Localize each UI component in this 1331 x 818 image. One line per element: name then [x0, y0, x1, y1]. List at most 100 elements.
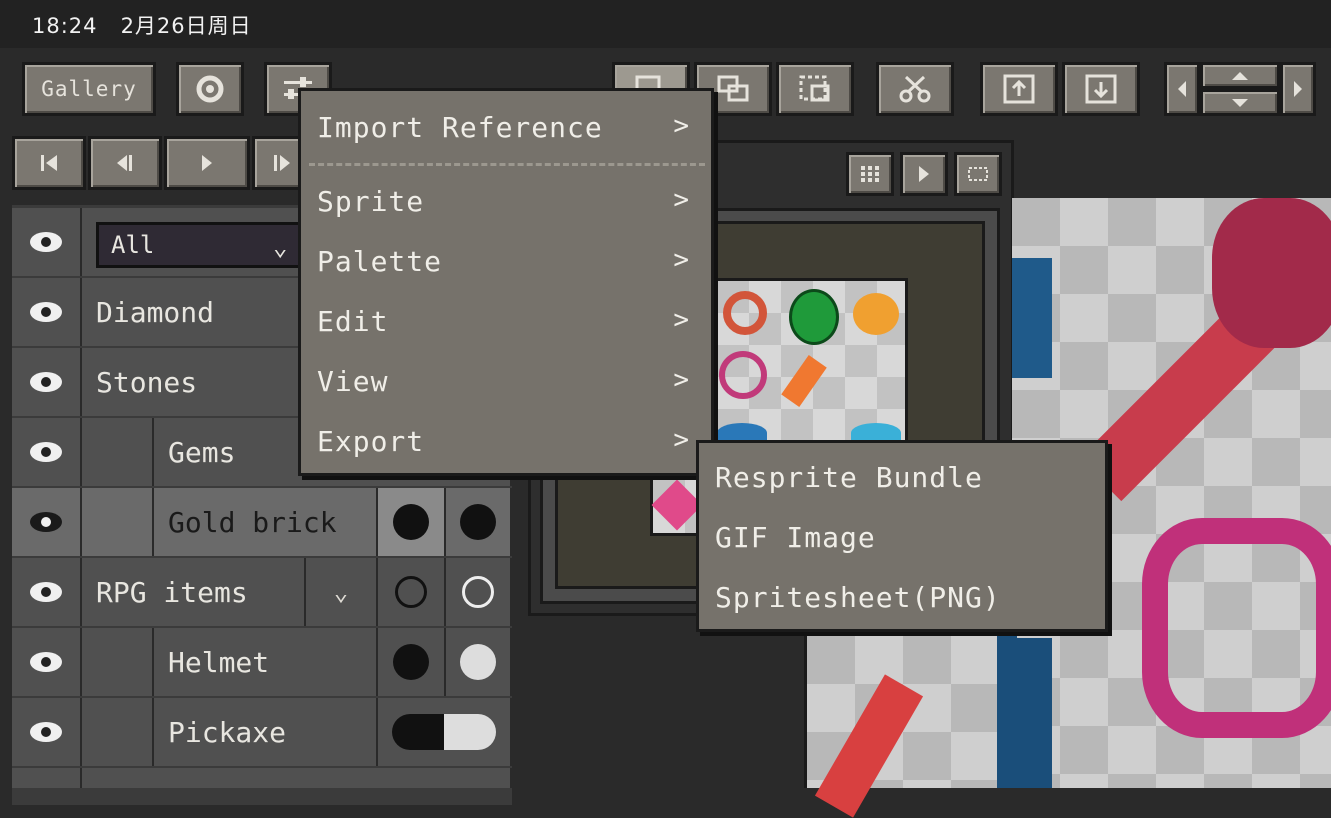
eye-icon — [30, 372, 62, 392]
menu-item-view[interactable]: View > — [301, 353, 711, 413]
submenu-item-resprite-bundle[interactable]: Resprite Bundle — [699, 449, 1105, 509]
alpha-toggle[interactable] — [446, 488, 512, 556]
eye-icon — [30, 582, 62, 602]
visibility-toggle[interactable] — [12, 628, 82, 696]
gear-icon — [196, 75, 224, 103]
submenu-item-spritesheet-png[interactable]: Spritesheet(PNG) — [699, 569, 1105, 629]
alpha-toggle[interactable] — [446, 628, 512, 696]
layer-name: Pickaxe — [154, 698, 378, 766]
layer-row[interactable]: RPG items ⌄ — [12, 558, 512, 626]
eye-icon — [30, 232, 62, 252]
indent-cell — [82, 628, 154, 696]
menu-item-label: Export — [317, 425, 425, 458]
visibility-toggle[interactable] — [12, 278, 82, 346]
menu-item-export[interactable]: Export > — [301, 413, 711, 473]
scissors-icon — [899, 75, 931, 103]
visibility-toggle[interactable] — [12, 768, 82, 788]
lock-toggle[interactable] — [378, 628, 446, 696]
grid-toggle-button[interactable] — [846, 152, 894, 196]
menu-item-palette[interactable]: Palette > — [301, 233, 711, 293]
copy-icon — [717, 75, 749, 102]
prev-frame-button[interactable] — [88, 136, 162, 190]
group-expand-toggle[interactable]: ⌄ — [306, 558, 378, 626]
lock-toggle[interactable] — [378, 488, 446, 556]
nav-down-button[interactable] — [1200, 89, 1280, 116]
main-menu: Import Reference > Sprite > Palette > Ed… — [298, 88, 714, 476]
chevron-right-icon: > — [673, 425, 689, 455]
chevron-down-icon: ⌄ — [333, 578, 349, 606]
export-submenu: Resprite Bundle GIF Image Spritesheet(PN… — [696, 440, 1108, 632]
bow-sprite — [719, 351, 767, 399]
layer-row[interactable]: Helmet — [12, 628, 512, 696]
visibility-toggle[interactable] — [12, 488, 82, 556]
lock-toggle[interactable] — [378, 558, 446, 626]
indent-cell — [82, 488, 154, 556]
upload-icon — [1003, 74, 1035, 104]
submenu-item-gif-image[interactable]: GIF Image — [699, 509, 1105, 569]
canvas-blue-stroke — [997, 636, 1017, 788]
export-button[interactable] — [1062, 62, 1140, 116]
visibility-toggle[interactable] — [12, 418, 82, 486]
menu-separator — [309, 163, 705, 166]
crop-icon — [799, 75, 830, 102]
arrow-left-icon — [1178, 81, 1186, 97]
settings-button[interactable] — [176, 62, 244, 116]
nav-left-button[interactable] — [1164, 62, 1200, 116]
menu-item-edit[interactable]: Edit > — [301, 293, 711, 353]
layer-row[interactable]: Pickaxe — [12, 698, 512, 766]
visibility-toggle[interactable] — [12, 698, 82, 766]
menu-item-sprite[interactable]: Sprite > — [301, 173, 711, 233]
play-button[interactable] — [164, 136, 250, 190]
status-clock: 18:24 2月26日周日 — [32, 14, 252, 38]
nav-up-button[interactable] — [1200, 62, 1280, 89]
submenu-item-label: Resprite Bundle — [715, 461, 983, 494]
menu-item-label: Edit — [317, 305, 389, 338]
chevron-right-icon: > — [673, 365, 689, 395]
filled-dot-icon — [393, 504, 429, 540]
chevron-right-icon: > — [673, 245, 689, 275]
download-icon — [1085, 74, 1117, 104]
step-back-icon — [117, 155, 132, 171]
step-forward-icon — [274, 155, 290, 171]
light-dot-icon — [460, 644, 496, 680]
filled-dot-icon — [460, 504, 496, 540]
cut-button[interactable] — [876, 62, 954, 116]
ring-icon — [395, 576, 427, 608]
layer-row-selected[interactable]: Gold brick — [12, 488, 512, 556]
gallery-button[interactable]: Gallery — [22, 62, 156, 116]
canvas-red-stroke — [814, 674, 924, 818]
preview-play-button[interactable] — [900, 152, 948, 196]
play-icon — [919, 166, 929, 182]
layer-name: RPG items — [82, 558, 306, 626]
eye-icon — [30, 512, 62, 532]
gallery-button-label: Gallery — [41, 77, 137, 101]
visibility-toggle[interactable] — [12, 558, 82, 626]
import-button[interactable] — [980, 62, 1058, 116]
preview-frame-button[interactable] — [954, 152, 1002, 196]
chevron-right-icon: > — [673, 111, 689, 141]
indent-cell — [82, 418, 154, 486]
indent-cell — [82, 698, 154, 766]
frame-icon — [968, 167, 988, 181]
play-icon — [202, 155, 212, 171]
arrow-down-icon — [1232, 98, 1248, 107]
ruby-sprite — [651, 479, 703, 531]
canvas-blue-bar — [1012, 638, 1052, 788]
menu-item-import-reference[interactable]: Import Reference > — [301, 91, 711, 163]
filter-visibility-toggle[interactable] — [12, 208, 82, 276]
orb-sprite — [853, 293, 899, 335]
first-frame-button[interactable] — [12, 136, 86, 190]
submenu-item-label: Spritesheet(PNG) — [715, 581, 1001, 614]
layer-name-cell — [82, 768, 512, 788]
alpha-toggle[interactable] — [446, 558, 512, 626]
arrow-up-icon — [1232, 71, 1248, 80]
drawing-canvas-lower[interactable] — [804, 636, 1017, 818]
canvas-bow — [1142, 518, 1331, 738]
crop-button[interactable] — [776, 62, 854, 116]
nav-right-button[interactable] — [1280, 62, 1316, 116]
menu-item-label: View — [317, 365, 389, 398]
eye-icon — [30, 302, 62, 322]
pill-toggle[interactable] — [378, 698, 512, 766]
filled-dot-icon — [393, 644, 429, 680]
visibility-toggle[interactable] — [12, 348, 82, 416]
